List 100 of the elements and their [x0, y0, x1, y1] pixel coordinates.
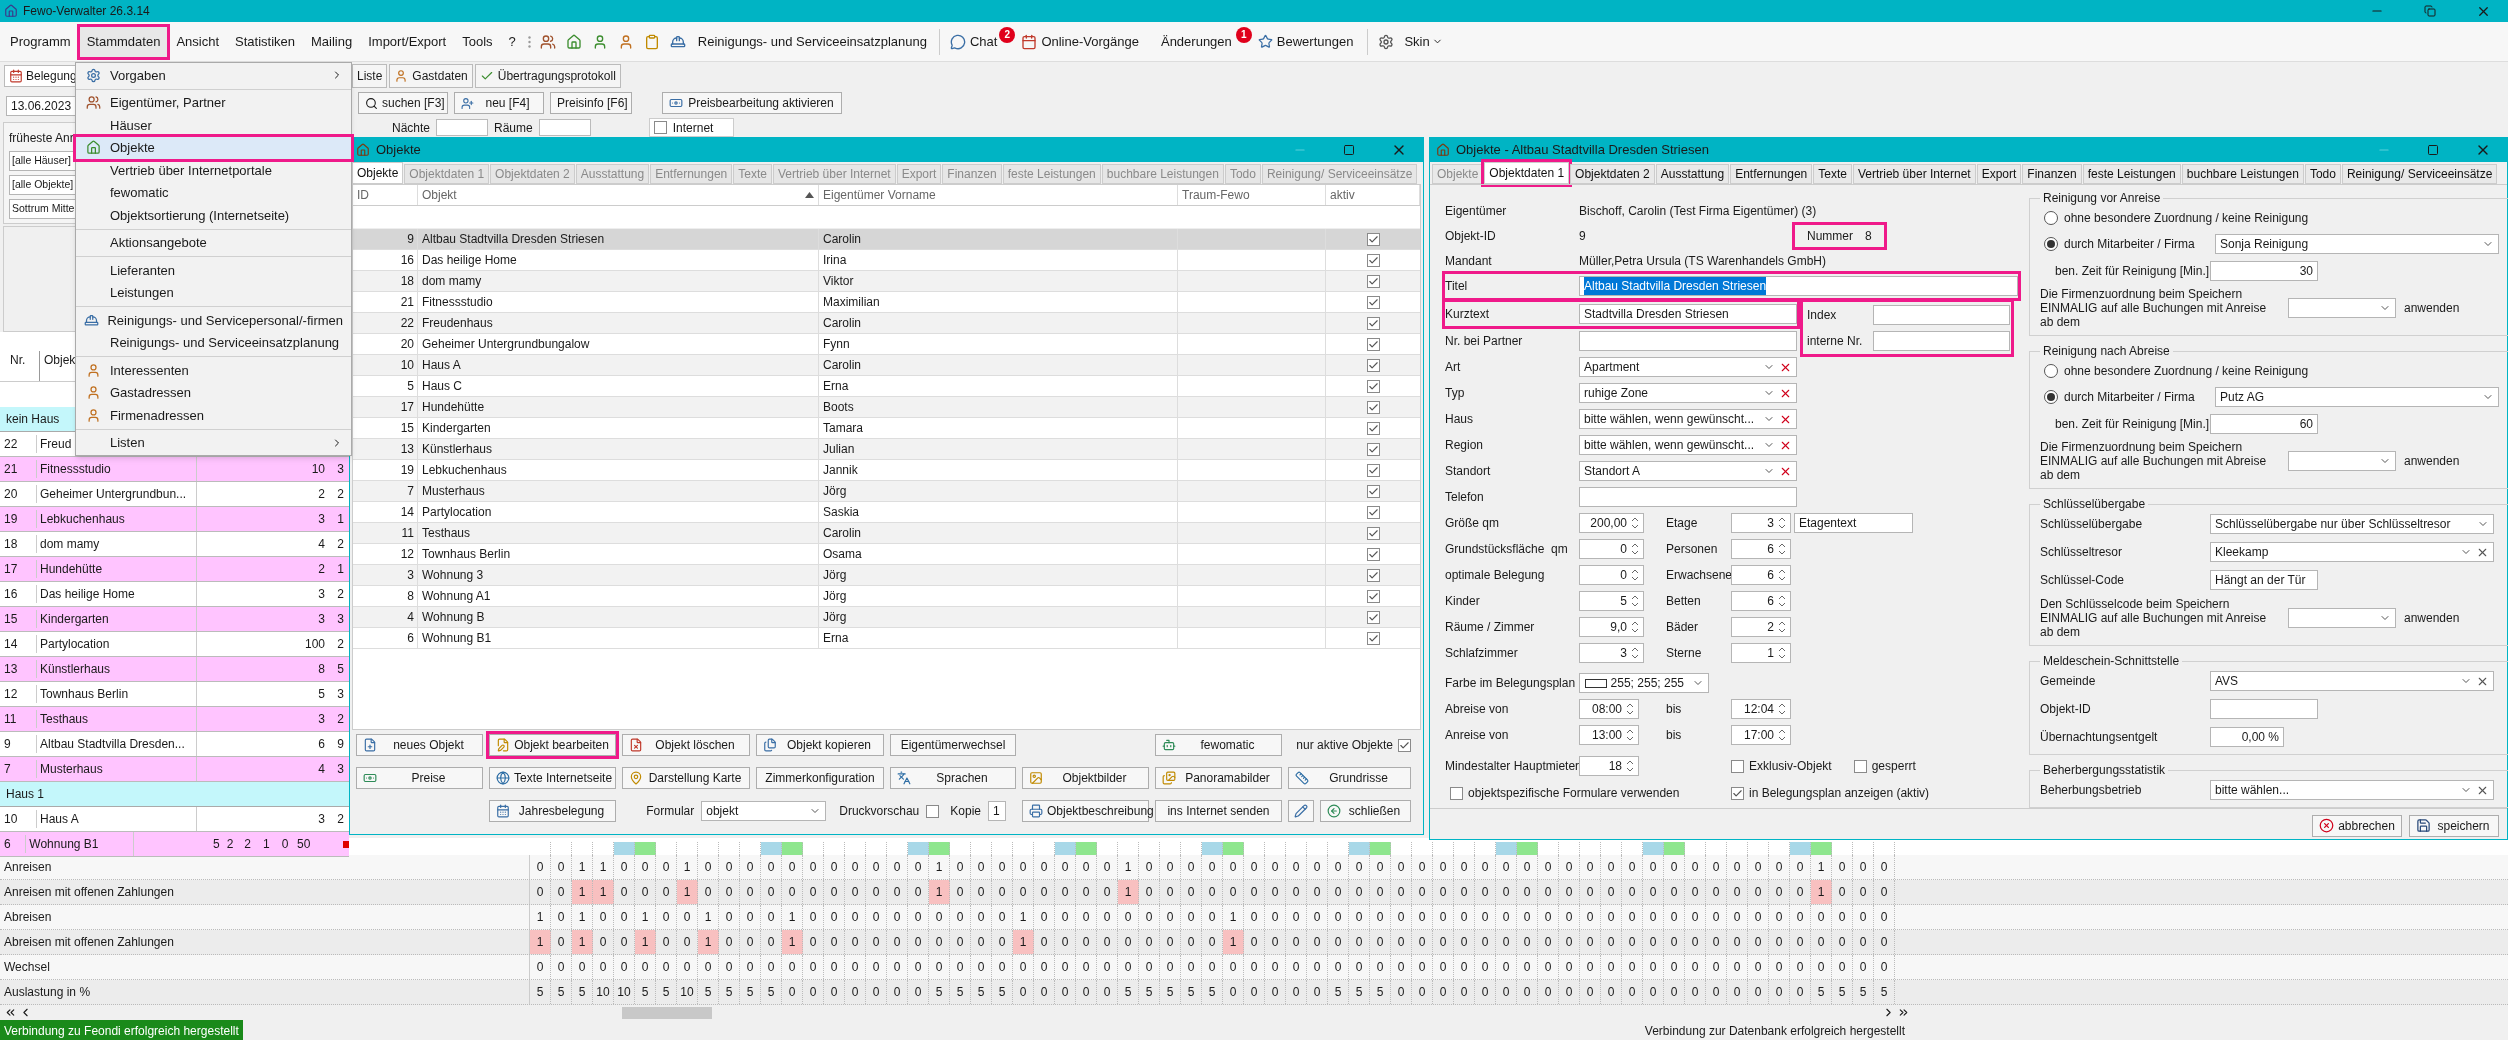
checkbox[interactable] — [1366, 484, 1380, 498]
tab[interactable]: buchbare Leistungen — [2181, 164, 2304, 184]
short-text-field[interactable]: Stadtvilla Dresden Striesen — [1579, 304, 1797, 324]
table-row[interactable]: 13 Künstlerhaus Julian — [353, 439, 1420, 460]
dropdown-field[interactable]: Apartment — [1579, 357, 1797, 377]
menu-item[interactable]: Firmenadressen — [76, 404, 351, 427]
table-row[interactable]: 7 Musterhaus Jörg — [353, 481, 1420, 502]
checkbox[interactable] — [1366, 463, 1380, 477]
checkbox[interactable] — [1731, 786, 1744, 800]
table-row[interactable]: 19 Lebkuchenhaus Jannik — [353, 460, 1420, 481]
scrollbar-thumb[interactable] — [622, 1006, 712, 1019]
table-row[interactable]: 4 Wohnung B Jörg — [353, 607, 1420, 628]
number-field[interactable]: 18 — [1579, 756, 1639, 776]
price-edit-button[interactable]: Preisbearbeitung aktivieren — [662, 92, 842, 114]
menu-item[interactable]: Interessenten — [76, 359, 351, 382]
toolbar-button[interactable]: Texte Internetseite — [489, 767, 616, 789]
checkbox[interactable] — [1366, 568, 1380, 582]
company-select[interactable]: Sonja Reinigung — [2215, 234, 2499, 254]
table-row[interactable]: 18 dom mamy 4 2 — [0, 532, 349, 557]
menu-bar-item[interactable]: Programm — [3, 26, 78, 57]
checkbox[interactable] — [1366, 400, 1380, 414]
menu-bar-item[interactable]: Mailing — [304, 26, 360, 57]
fewomatic-button[interactable]: fewomatic — [1155, 734, 1282, 756]
checkbox[interactable] — [1366, 274, 1380, 288]
form-select[interactable]: objekt — [701, 801, 827, 821]
table-row[interactable]: 12 Townhaus Berlin Osama — [353, 544, 1420, 565]
dropdown-field[interactable]: AVS — [2210, 671, 2494, 691]
radio-button[interactable] — [2044, 390, 2058, 404]
checkbox[interactable] — [1366, 253, 1380, 267]
toolbar-button[interactable]: ins Internet senden — [1155, 800, 1282, 822]
skin-dropdown[interactable]: Skin — [1396, 31, 1451, 52]
number-field[interactable]: 0 — [1579, 565, 1644, 585]
table-row[interactable]: 18 dom mamy Viktor — [353, 271, 1420, 292]
tab[interactable]: Gastdaten — [389, 64, 473, 88]
duration-field[interactable]: 30 — [2210, 261, 2318, 281]
chat-button[interactable]: Chat — [945, 31, 1002, 52]
number-field[interactable]: 6 — [1731, 539, 1791, 559]
checkbox[interactable] — [1366, 547, 1380, 561]
cancel-button[interactable]: abbrechen — [2312, 814, 2402, 837]
column-header[interactable]: aktiv — [1326, 185, 1420, 205]
number-field[interactable]: 6 — [1731, 591, 1791, 611]
menu-item[interactable]: Häuser — [76, 114, 351, 137]
toolbar-link[interactable]: Bewertungen — [1253, 31, 1358, 52]
checkbox[interactable] — [1366, 232, 1380, 246]
column-header[interactable]: Objekt — [418, 185, 819, 205]
menu-item[interactable]: Gastadressen — [76, 381, 351, 404]
table-row[interactable]: 3 Wohnung 3 Jörg — [353, 565, 1420, 586]
text-field[interactable] — [1873, 305, 2010, 325]
dropdown-field[interactable]: bitte wählen, wenn gewünscht... — [1579, 409, 1797, 429]
menu-item[interactable]: Leistungen — [76, 281, 351, 304]
toolbar-button[interactable]: Sprachen — [890, 767, 1016, 789]
tab[interactable]: Todo — [2304, 164, 2341, 184]
menu-bar-item[interactable]: Ansicht — [169, 26, 227, 57]
checkbox[interactable] — [1853, 759, 1867, 773]
checkbox[interactable] — [1398, 738, 1411, 752]
search-button[interactable]: suchen [F3] — [358, 92, 448, 114]
number-field[interactable]: 3 — [1731, 513, 1791, 533]
checkbox[interactable] — [1366, 337, 1380, 351]
table-row[interactable]: 17 Hundehütte 2 1 — [0, 557, 349, 582]
save-button[interactable]: speichern — [2409, 814, 2499, 837]
text-field[interactable] — [1873, 331, 2010, 351]
tab[interactable]: Vertrieb über Internet — [1852, 164, 1976, 184]
annual-booking-button[interactable]: Jahresbelegung — [489, 800, 616, 822]
checkbox[interactable] — [1366, 442, 1380, 456]
price-info-button[interactable]: Preisinfo [F6] — [550, 92, 632, 114]
table-row[interactable]: 20 Geheimer Untergrundbun... 2 2 — [0, 482, 349, 507]
dropdown-field[interactable]: Standort A — [1579, 461, 1797, 481]
dropdown-field[interactable]: Kleekamp — [2210, 542, 2494, 562]
table-row[interactable]: 11 Testhaus 3 2 — [0, 707, 349, 732]
tab[interactable]: Objektdaten 2 — [1570, 164, 1655, 184]
toolbar-button[interactable]: Eigentümerwechsel — [890, 734, 1016, 756]
table-row[interactable]: 14 Partylocation 100 2 — [0, 632, 349, 657]
table-row[interactable]: 19 Lebkuchenhaus 3 1 — [0, 507, 349, 532]
table-row[interactable]: 9 Altbau Stadtvilla Dresden... 6 9 — [0, 732, 349, 757]
table-row[interactable]: 6 Wohnung B1 Erna — [353, 628, 1420, 649]
tab[interactable]: Übertragungsprotokoll — [474, 64, 621, 88]
dropdown-field[interactable]: bitte wählen... — [2210, 780, 2494, 800]
menu-item[interactable]: Reinigungs- und Servicepersonal/-firmen — [76, 309, 351, 332]
table-row[interactable]: 20 Geheimer Untergrundbungalow Fynn — [353, 334, 1420, 355]
tab[interactable]: Objekte — [352, 162, 404, 184]
menu-bar-item[interactable]: ? — [501, 26, 523, 57]
checkbox[interactable] — [653, 121, 667, 134]
toolbar-button[interactable]: Objektbilder — [1022, 767, 1149, 789]
checkbox[interactable] — [1366, 505, 1380, 519]
menu-item[interactable]: Objekte — [76, 136, 351, 159]
checkbox[interactable] — [1366, 358, 1380, 372]
table-row[interactable]: 17 Hundehütte Boots — [353, 397, 1420, 418]
checkbox[interactable] — [1366, 526, 1380, 540]
toolbar-button[interactable]: neues Objekt — [356, 734, 483, 756]
tab[interactable]: Liste — [352, 64, 388, 88]
checkbox[interactable] — [1366, 421, 1380, 435]
table-row[interactable]: 7 Musterhaus 4 3 — [0, 757, 349, 782]
column-header[interactable]: Traum-Fewo — [1178, 185, 1326, 205]
table-row[interactable]: 10 Haus A Carolin — [353, 355, 1420, 376]
number-field[interactable]: 6 — [1731, 565, 1791, 585]
number-field[interactable]: 2 — [1731, 617, 1791, 637]
table-row[interactable]: 14 Partylocation Saskia — [353, 502, 1420, 523]
toolbar-link[interactable]: Reinigungs- und Serviceeinsatzplanung — [691, 31, 933, 52]
radio-button[interactable] — [2044, 364, 2058, 378]
dropdown-field[interactable]: Schlüsselübergabe nur über Schlüsseltresor — [2210, 514, 2494, 534]
